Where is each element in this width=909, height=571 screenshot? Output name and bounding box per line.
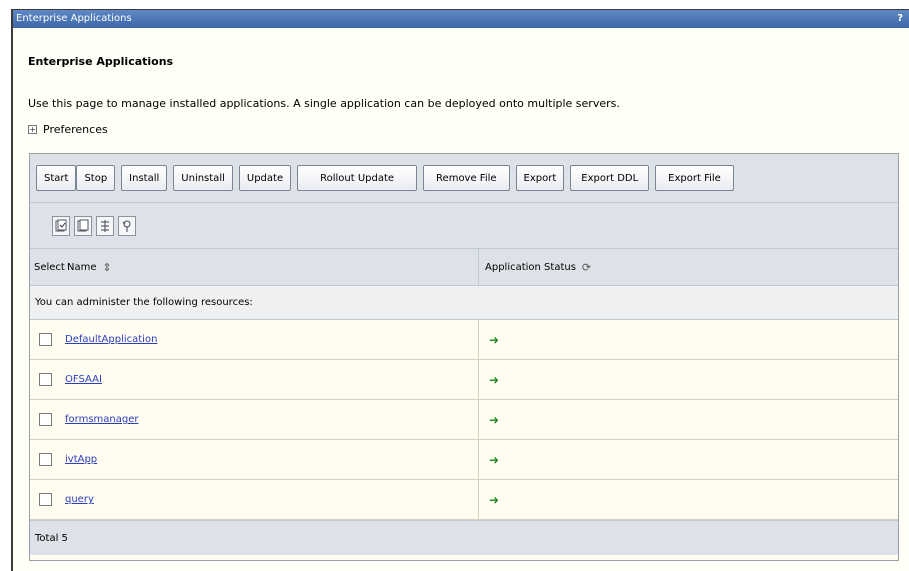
row-checkbox[interactable] (38, 413, 52, 426)
update-button[interactable]: Update (238, 165, 292, 191)
row-checkbox[interactable] (38, 493, 52, 506)
table-row: DefaultApplication ➜ (30, 320, 898, 360)
row-checkbox[interactable] (38, 453, 52, 466)
status-column-header[interactable]: Application Status ⟳ (479, 249, 898, 285)
table-row: OFSAAI ➜ (30, 360, 898, 400)
status-column-label[interactable]: Application Status (485, 262, 576, 273)
export-ddl-button[interactable]: Export DDL (570, 165, 650, 191)
applications-collection: Start Stop Install Uninstall Update Roll… (29, 153, 899, 561)
stop-button[interactable]: Stop (76, 165, 116, 191)
clear-filter-icon[interactable] (118, 215, 136, 236)
select-column-header: Select (34, 261, 65, 273)
table-row: formsmanager ➜ (30, 400, 898, 440)
application-link[interactable]: formsmanager (65, 414, 138, 425)
selection-iconbar (30, 203, 898, 249)
rollout-update-button[interactable]: Rollout Update (297, 165, 418, 191)
info-row: You can administer the following resourc… (30, 286, 898, 320)
started-status-icon: ➜ (489, 332, 500, 347)
start-button[interactable]: Start (36, 165, 77, 191)
refresh-status-icon[interactable]: ⟳ (582, 261, 591, 274)
row-checkbox[interactable] (38, 373, 52, 386)
started-status-icon: ➜ (489, 452, 500, 467)
portlet-frame: Enterprise Applications ? Enterprise App… (11, 9, 909, 571)
select-all-icon[interactable] (52, 215, 70, 236)
started-status-icon: ➜ (489, 372, 500, 387)
start-stop-group: Start Stop (36, 165, 116, 191)
page-description: Use this page to manage installed applic… (28, 97, 620, 110)
table-header: Select Name ⇕ Application Status ⟳ (30, 249, 898, 286)
table-row: ivtApp ➜ (30, 440, 898, 480)
remove-file-button[interactable]: Remove File (423, 165, 510, 191)
export-file-button[interactable]: Export File (655, 165, 734, 191)
page-title: Enterprise Applications (28, 55, 174, 68)
filter-icon[interactable] (96, 215, 114, 236)
application-link[interactable]: OFSAAI (65, 374, 102, 385)
total-count: Total 5 (30, 520, 898, 555)
started-status-icon: ➜ (489, 412, 500, 427)
preferences-toggle[interactable]: + Preferences (28, 123, 108, 136)
install-button[interactable]: Install (121, 165, 168, 191)
expand-icon[interactable]: + (28, 125, 37, 134)
row-checkbox[interactable] (38, 333, 52, 346)
help-icon[interactable]: ? (897, 10, 903, 28)
sort-icon[interactable]: ⇕ (103, 261, 112, 274)
portlet-title: Enterprise Applications (16, 13, 132, 24)
deselect-all-icon[interactable] (74, 215, 92, 236)
export-button[interactable]: Export (515, 165, 565, 191)
name-column-header[interactable]: Name ⇕ (64, 249, 479, 285)
table-row: query ➜ (30, 480, 898, 520)
application-link[interactable]: query (65, 494, 94, 505)
application-link[interactable]: DefaultApplication (65, 334, 157, 345)
portlet-titlebar: Enterprise Applications ? (13, 10, 909, 28)
preferences-label[interactable]: Preferences (43, 123, 108, 136)
uninstall-button[interactable]: Uninstall (173, 165, 233, 191)
started-status-icon: ➜ (489, 492, 500, 507)
application-link[interactable]: ivtApp (65, 454, 97, 465)
action-toolbar: Start Stop Install Uninstall Update Roll… (30, 154, 898, 203)
name-column-label[interactable]: Name (67, 262, 97, 273)
